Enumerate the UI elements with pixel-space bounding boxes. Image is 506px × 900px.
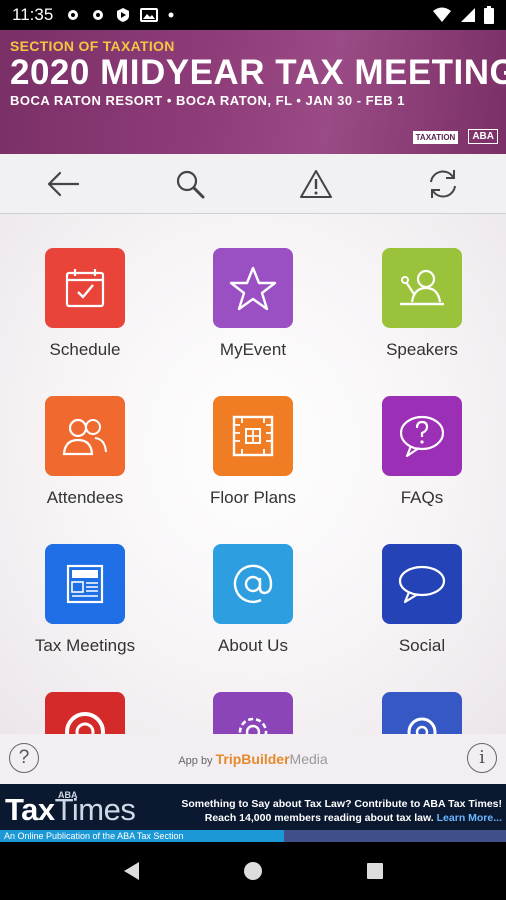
banner-section: SECTION OF TAXATION	[10, 38, 175, 54]
ad-banner[interactable]: ABA TaxTimes Something to Say about Tax …	[0, 784, 506, 842]
tile-box	[45, 692, 125, 734]
tile-location-partial[interactable]	[347, 692, 497, 734]
back-arrow-icon	[48, 171, 80, 196]
tile-floor-plans[interactable]: Floor Plans	[178, 396, 328, 508]
tripbuilder-logo-media: Media	[289, 751, 328, 767]
search-button[interactable]	[160, 159, 220, 209]
tile-label: Floor Plans	[210, 488, 296, 507]
tile-speakers[interactable]: Speakers	[347, 248, 497, 360]
ad-strap: An Online Publication of the ABA Tax Sec…	[0, 830, 506, 842]
home-nav-icon[interactable]	[242, 860, 264, 882]
tile-tax-meetings[interactable]: Tax Meetings	[10, 544, 160, 656]
ad-strap-text: An Online Publication of the ABA Tax Sec…	[0, 830, 284, 842]
wifi-icon	[433, 7, 451, 22]
battery-icon	[484, 6, 494, 24]
tile-about-us[interactable]: About Us	[178, 544, 328, 656]
signal-icon	[461, 8, 475, 22]
tile-label: MyEvent	[219, 340, 287, 359]
ad-times: Times	[54, 792, 136, 827]
gear-icon	[93, 10, 104, 20]
refresh-icon	[429, 169, 456, 198]
back-button[interactable]	[33, 159, 93, 209]
lifebuoy-icon	[65, 712, 105, 734]
tile-box	[213, 248, 293, 328]
app-credit[interactable]: App by TripBuilderMedia	[0, 751, 506, 767]
status-bar: 11:35	[0, 0, 506, 30]
at-sign-icon	[233, 564, 273, 604]
app-by-label: App by	[178, 755, 213, 767]
refresh-button[interactable]	[413, 159, 473, 209]
star-icon	[229, 266, 277, 311]
tile-box	[382, 396, 462, 476]
tile-box	[382, 692, 462, 734]
location-icon	[407, 717, 437, 734]
banner-subtitle: BOCA RATON RESORT • BOCA RATON, FL • JAN…	[10, 93, 406, 108]
tile-box	[45, 396, 125, 476]
dot-icon	[168, 12, 174, 18]
recents-nav-icon[interactable]	[365, 861, 385, 881]
tile-schedule[interactable]: Schedule	[10, 248, 160, 360]
warning-icon	[300, 169, 333, 198]
tile-social[interactable]: Social	[347, 544, 497, 656]
status-time: 11:35	[12, 5, 54, 24]
chat-bubble-icon	[398, 565, 446, 604]
newspaper-icon	[66, 564, 104, 604]
tile-label: Tax Meetings	[34, 636, 136, 655]
tile-label: FAQs	[400, 488, 444, 507]
tile-box	[45, 544, 125, 624]
image-icon	[140, 8, 159, 22]
tile-menu: Schedule MyEvent Speakers Attendees Floo…	[0, 214, 506, 734]
tile-myevent[interactable]: MyEvent	[178, 248, 328, 360]
ad-line1: Something to Say about Tax Law? Contribu…	[181, 798, 502, 810]
people-icon	[62, 418, 107, 456]
tile-label: About Us	[218, 636, 288, 655]
back-nav-icon[interactable]	[121, 860, 141, 882]
ad-message: Something to Say about Tax Law? Contribu…	[181, 797, 502, 825]
search-icon	[176, 170, 205, 198]
aba-logo: ABA	[468, 129, 498, 144]
tile-box	[213, 692, 293, 734]
gear-icon	[68, 10, 79, 20]
tile-help-partial[interactable]	[10, 692, 160, 734]
tile-box	[213, 544, 293, 624]
tile-box	[382, 544, 462, 624]
tile-label: Schedule	[49, 340, 121, 359]
footer-bar: ? App by TripBuilderMedia i	[0, 734, 506, 784]
tile-box	[45, 248, 125, 328]
tile-box	[382, 248, 462, 328]
question-bubble-icon	[399, 415, 445, 458]
taxation-logo: TAXATION	[412, 131, 459, 144]
ad-line2: Reach 14,000 members reading about tax l…	[204, 812, 434, 824]
ad-tax: Tax	[5, 792, 55, 827]
ad-learn-more[interactable]: Learn More...	[437, 812, 502, 824]
calendar-check-icon	[65, 269, 105, 308]
tile-box	[213, 396, 293, 476]
tile-label: Attendees	[46, 488, 124, 507]
alerts-button[interactable]	[286, 159, 346, 209]
tile-attendees[interactable]: Attendees	[10, 396, 160, 508]
speaker-podium-icon	[400, 269, 444, 306]
nav-bar	[0, 842, 506, 900]
banner-title: 2020 MIDYEAR TAX MEETING	[10, 53, 506, 92]
tile-label: Speakers	[386, 340, 458, 359]
info-button[interactable]: i	[467, 743, 497, 773]
settings-icon	[238, 717, 268, 734]
toolbar	[0, 154, 506, 214]
floor-plan-icon	[232, 415, 274, 457]
tile-label: Social	[398, 636, 446, 655]
event-banner: SECTION OF TAXATION 2020 MIDYEAR TAX MEE…	[0, 30, 506, 154]
tile-faqs[interactable]: FAQs	[347, 396, 497, 508]
ad-logo: TaxTimes	[5, 792, 136, 828]
tile-settings-partial[interactable]	[178, 692, 328, 734]
shield-play-icon	[117, 8, 130, 22]
tripbuilder-logo: TripBuilder	[215, 751, 290, 767]
